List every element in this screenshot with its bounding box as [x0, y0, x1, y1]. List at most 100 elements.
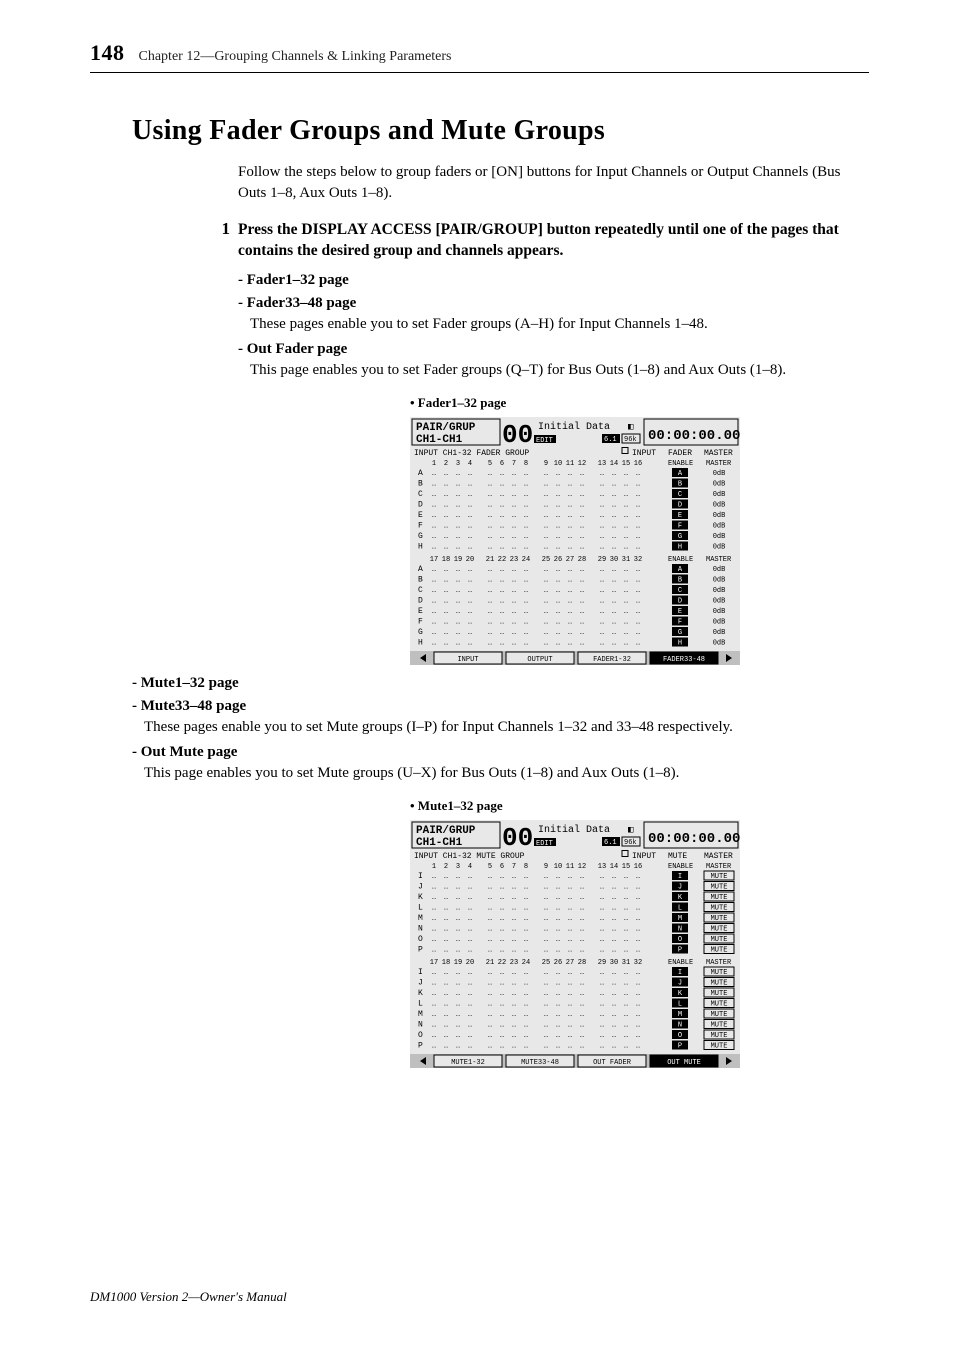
svg-text:…: … [636, 936, 640, 944]
svg-text:…: … [524, 936, 528, 944]
lcd-title2: CH1-CH1 [416, 837, 463, 849]
svg-text:…: … [600, 894, 604, 902]
svg-text:…: … [432, 522, 436, 530]
svg-text:…: … [636, 501, 640, 509]
svg-text:…: … [612, 533, 616, 541]
svg-text:G: G [418, 628, 423, 637]
svg-text:…: … [524, 566, 528, 574]
svg-text:…: … [612, 597, 616, 605]
svg-text:…: … [624, 501, 628, 509]
svg-text:FADER33-48: FADER33-48 [663, 656, 705, 664]
svg-text:…: … [636, 543, 640, 551]
svg-text:0dB: 0dB [713, 587, 726, 595]
svg-text:…: … [432, 480, 436, 488]
svg-text:M: M [678, 915, 682, 923]
svg-text:…: … [500, 883, 504, 891]
svg-text:25: 25 [542, 959, 550, 967]
svg-text:INPUT: INPUT [457, 656, 478, 664]
svg-text:…: … [624, 1042, 628, 1050]
svg-text:18: 18 [442, 556, 450, 564]
footer: DM1000 Version 2—Owner's Manual [90, 1289, 287, 1305]
svg-text:…: … [488, 979, 492, 987]
svg-text:…: … [624, 1000, 628, 1008]
svg-text:…: … [600, 618, 604, 626]
svg-text:…: … [636, 946, 640, 954]
svg-text:…: … [624, 522, 628, 530]
svg-text:F: F [678, 522, 682, 530]
svg-text:29: 29 [598, 959, 606, 967]
svg-text:…: … [624, 936, 628, 944]
svg-text:…: … [432, 608, 436, 616]
svg-text:6: 6 [500, 460, 504, 468]
svg-text:…: … [624, 969, 628, 977]
svg-text:…: … [512, 1042, 516, 1050]
svg-text:…: … [544, 608, 548, 616]
svg-text:11: 11 [566, 863, 574, 871]
lcd-table-title: INPUT CH1-32 MUTE GROUP [414, 852, 525, 861]
svg-text:5: 5 [488, 863, 492, 871]
svg-text:…: … [568, 894, 572, 902]
svg-text:…: … [600, 470, 604, 478]
svg-text:…: … [444, 522, 448, 530]
svg-text:…: … [544, 883, 548, 891]
chapter-path: Chapter 12—Grouping Channels & Linking P… [139, 49, 452, 65]
svg-text:…: … [580, 990, 584, 998]
svg-text:…: … [544, 491, 548, 499]
svg-text:K: K [418, 893, 423, 902]
svg-text:…: … [556, 587, 560, 595]
svg-text:…: … [556, 1011, 560, 1019]
bullet-mute33-48: Mute33–48 page [132, 698, 869, 715]
svg-text:…: … [600, 979, 604, 987]
svg-text:…: … [468, 576, 472, 584]
svg-text:…: … [468, 894, 472, 902]
svg-text:…: … [512, 587, 516, 595]
svg-text:G: G [418, 532, 423, 541]
svg-text:I: I [418, 968, 423, 977]
bullet-out-mute-body: This page enables you to set Mute groups… [144, 763, 869, 784]
page-number: 148 [90, 40, 125, 66]
svg-text:…: … [600, 566, 604, 574]
svg-text:…: … [512, 1032, 516, 1040]
lcd-title1: PAIR/GRUP [416, 422, 476, 434]
svg-text:…: … [556, 1032, 560, 1040]
svg-text:…: … [444, 533, 448, 541]
svg-text:24: 24 [522, 556, 530, 564]
svg-text:…: … [444, 904, 448, 912]
lcd-bignum: 00 [502, 420, 533, 450]
svg-text:…: … [468, 1032, 472, 1040]
svg-text:…: … [432, 969, 436, 977]
svg-text:25: 25 [542, 556, 550, 564]
svg-text:32: 32 [634, 959, 642, 967]
svg-text:…: … [580, 470, 584, 478]
svg-text:E: E [678, 608, 682, 616]
svg-text:…: … [544, 480, 548, 488]
svg-text:P: P [418, 945, 423, 954]
svg-text:MUTE1-32: MUTE1-32 [451, 1059, 485, 1067]
svg-text:…: … [500, 946, 504, 954]
svg-text:N: N [418, 1020, 423, 1029]
svg-text:…: … [500, 566, 504, 574]
svg-text:…: … [468, 915, 472, 923]
svg-text:O: O [678, 936, 682, 944]
svg-text:…: … [624, 533, 628, 541]
svg-text:…: … [444, 873, 448, 881]
svg-text:…: … [624, 946, 628, 954]
svg-text:…: … [468, 1042, 472, 1050]
svg-text:21: 21 [486, 959, 494, 967]
bullet-fader33-48: Fader33–48 page [238, 295, 869, 312]
svg-text:…: … [468, 587, 472, 595]
svg-text:15: 15 [622, 863, 630, 871]
svg-text:17: 17 [430, 959, 438, 967]
svg-text:…: … [580, 587, 584, 595]
svg-text:…: … [500, 639, 504, 647]
svg-text:…: … [624, 639, 628, 647]
svg-text:…: … [488, 925, 492, 933]
svg-text:OUT MUTE: OUT MUTE [667, 1059, 701, 1067]
svg-text:MUTE: MUTE [711, 979, 728, 987]
svg-text:18: 18 [442, 959, 450, 967]
svg-text:…: … [432, 587, 436, 595]
svg-text:…: … [444, 597, 448, 605]
svg-text:…: … [612, 1032, 616, 1040]
svg-text:…: … [544, 512, 548, 520]
svg-text:…: … [636, 618, 640, 626]
